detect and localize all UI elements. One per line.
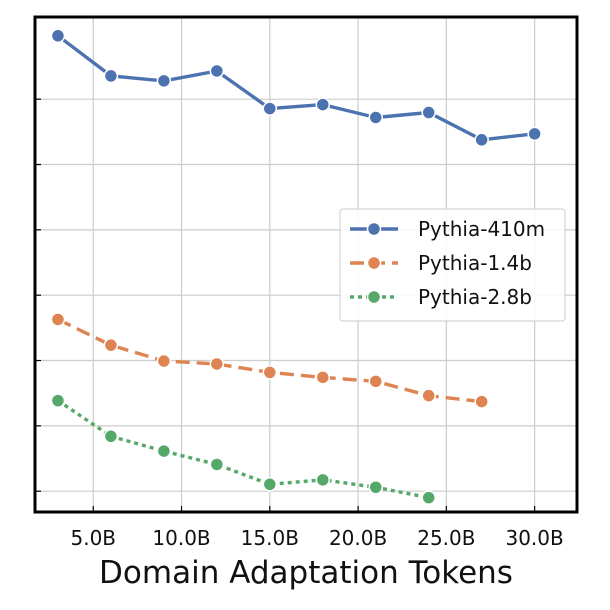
data-point bbox=[262, 101, 278, 116]
series-pythia-410m bbox=[50, 28, 542, 148]
x-tick-label: 10.0B bbox=[152, 526, 210, 550]
data-point bbox=[527, 126, 542, 142]
data-point bbox=[50, 393, 66, 408]
data-point bbox=[156, 73, 172, 89]
x-tick-label: 20.0B bbox=[329, 526, 387, 550]
data-point bbox=[315, 370, 331, 385]
data-point bbox=[209, 63, 225, 79]
x-tick-label: 25.0B bbox=[417, 526, 475, 550]
data-point bbox=[209, 457, 225, 472]
data-point bbox=[209, 356, 225, 372]
data-point bbox=[50, 28, 66, 44]
data-point bbox=[315, 97, 331, 112]
data-point bbox=[474, 132, 489, 148]
line-chart: 5.0B 10.0B 15.0B 20.0B 25.0B 30.0B Pythia-410… bbox=[33, 15, 579, 591]
series-line bbox=[56, 34, 535, 142]
legend-label: Pythia-1.4b bbox=[418, 251, 532, 275]
x-tick-label: 30.0B bbox=[505, 526, 563, 550]
data-point bbox=[421, 388, 436, 403]
data-point bbox=[156, 353, 172, 369]
data-point bbox=[103, 68, 119, 84]
data-point bbox=[421, 490, 436, 505]
data-point bbox=[262, 365, 278, 380]
series-pythia-2-8b bbox=[50, 393, 436, 505]
data-point bbox=[262, 477, 278, 492]
data-point bbox=[368, 374, 383, 389]
x-axis-title: Domain Adaptation Tokens bbox=[99, 555, 513, 591]
x-tick-label: 5.0B bbox=[70, 526, 116, 550]
legend-swatch-marker bbox=[366, 289, 382, 305]
x-tick-label: 15.0B bbox=[241, 526, 299, 550]
legend-swatch-marker bbox=[366, 221, 382, 237]
data-point bbox=[315, 472, 331, 488]
data-point bbox=[368, 110, 383, 125]
legend-label: Pythia-410m bbox=[418, 217, 545, 241]
data-point bbox=[421, 105, 436, 120]
data-point bbox=[474, 394, 489, 409]
legend-label: Pythia-2.8b bbox=[418, 285, 532, 309]
legend-swatch-marker bbox=[366, 255, 382, 271]
data-point bbox=[368, 480, 383, 495]
legend: Pythia-410m Pythia-1.4b Pythia-2.8b bbox=[339, 208, 566, 322]
data-point bbox=[156, 443, 172, 459]
data-point bbox=[103, 429, 119, 444]
data-point bbox=[103, 337, 119, 353]
data-point bbox=[50, 312, 66, 327]
